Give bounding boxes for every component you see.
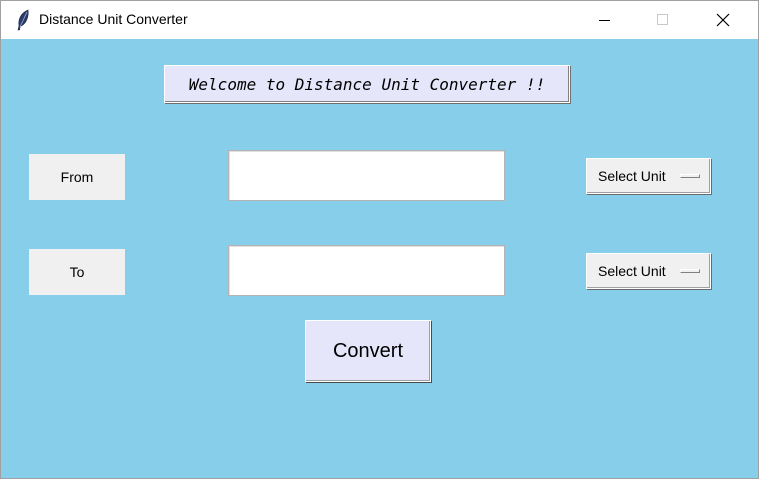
from-unit-select[interactable]: Select Unit	[586, 158, 711, 194]
dropdown-indicator-icon	[680, 269, 700, 273]
maximize-button[interactable]	[634, 1, 692, 39]
minimize-button[interactable]	[576, 1, 634, 39]
to-value-input[interactable]	[228, 245, 505, 296]
from-unit-label: Select Unit	[598, 168, 666, 184]
from-value-input[interactable]	[228, 150, 505, 201]
to-unit-select[interactable]: Select Unit	[586, 253, 711, 289]
close-icon	[716, 13, 730, 27]
window-title: Distance Unit Converter	[39, 11, 188, 27]
feather-icon	[15, 9, 31, 31]
to-unit-label: Select Unit	[598, 263, 666, 279]
convert-button[interactable]: Convert	[305, 320, 431, 382]
dropdown-indicator-icon	[680, 174, 700, 178]
maximize-icon	[657, 14, 668, 25]
to-label: To	[29, 249, 125, 295]
title-bar[interactable]: Distance Unit Converter	[1, 1, 758, 39]
close-button[interactable]	[694, 1, 752, 39]
client-area: Welcome to Distance Unit Converter !! Fr…	[1, 39, 758, 478]
from-label: From	[29, 154, 125, 200]
app-window: Distance Unit Converter Welcome to Dista…	[0, 0, 759, 479]
minimize-icon	[599, 20, 610, 21]
welcome-banner: Welcome to Distance Unit Converter !!	[164, 65, 570, 103]
